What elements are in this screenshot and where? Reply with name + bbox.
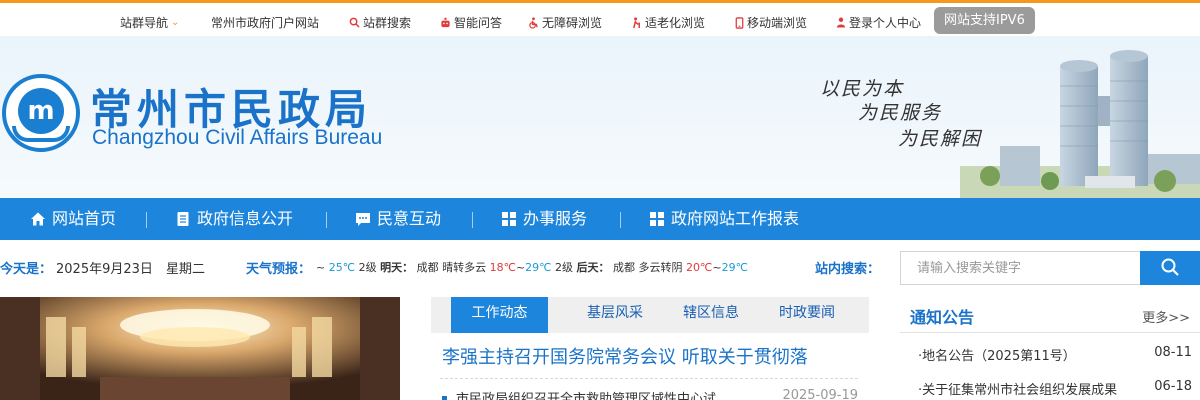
elderly-browse-label: 适老化浏览 — [645, 16, 706, 30]
site-group-search-link[interactable]: 站群搜索 — [349, 14, 411, 31]
robot-icon — [441, 17, 450, 28]
mobile-browse-link[interactable]: 移动端浏览 — [735, 14, 807, 31]
tomorrow-city: 成都 — [416, 261, 439, 274]
weather-separator: ~ — [712, 261, 722, 274]
civil-affairs-logo-icon[interactable]: m — [2, 74, 80, 152]
nav-divider — [620, 212, 621, 228]
weather-label: 天气预报： — [246, 262, 312, 277]
slogan-line-2: 为民服务 — [858, 102, 943, 124]
notice-title: 通知公告 — [910, 308, 975, 327]
nav-gov-info-label: 政府信息公开 — [197, 209, 294, 228]
accessible-browse-link[interactable]: 无障碍浏览 — [528, 14, 602, 31]
nav-home[interactable]: 网站首页 — [30, 198, 116, 240]
weather-separator: ~ — [515, 261, 526, 274]
search-icon — [1161, 258, 1179, 276]
nav-divider — [146, 212, 147, 228]
login-center-label: 登录个人中心 — [849, 16, 922, 30]
nav-gov-info[interactable]: 政府信息公开 — [175, 198, 293, 240]
tomorrow-wind: 2级 — [555, 261, 574, 274]
tomorrow-low-temp: 29℃ — [525, 261, 552, 274]
accessible-browse-label: 无障碍浏览 — [542, 16, 603, 30]
mobile-browse-label: 移动端浏览 — [747, 16, 808, 30]
weather-forecast: ~ 25℃ 2级 明天： 成都 晴转多云 18℃~29℃ 2级 后天： 成都 多… — [316, 259, 748, 275]
site-search-label: 站内搜索： — [815, 262, 881, 277]
site-group-search-label: 站群搜索 — [363, 16, 412, 30]
news-item-date: 2025-09-19 — [782, 388, 858, 400]
tomorrow-high-temp: 18℃ — [489, 261, 516, 274]
after-tomorrow-condition: 多云转阴 — [638, 261, 683, 274]
site-search-input[interactable] — [900, 251, 1141, 285]
after-tomorrow-high-temp: 20℃ — [686, 261, 713, 274]
after-tomorrow-city: 成都 — [613, 261, 636, 274]
nav-work-report[interactable]: 政府网站工作报表 — [649, 198, 799, 240]
ipv6-badge: 网站支持IPV6 — [934, 7, 1035, 34]
top-utility-bar: 站群导航 ⌄ 常州市政府门户网站 站群搜索 智能问答 无障碍浏览 适老化浏览 移… — [0, 0, 1200, 36]
notice-list-item[interactable]: ·关于征集常州市社会组织发展成果 06-18 — [918, 379, 1192, 398]
notice-item-date: 08-11 — [1148, 345, 1192, 360]
notice-item-title: ·地名公告（2025第11号） — [918, 349, 1076, 364]
today-low-temp: 25℃ — [328, 261, 356, 274]
nav-public-interaction[interactable]: 民意互动 — [355, 198, 441, 240]
elderly-icon — [633, 16, 640, 28]
tab-work-updates[interactable]: 工作动态 — [451, 297, 548, 333]
tab-current-affairs[interactable]: 时政要闻 — [767, 297, 847, 333]
gov-portal-label: 常州市政府门户网站 — [211, 16, 320, 30]
mobile-icon — [735, 16, 744, 29]
news-item-title: 市民政局组织召开全市救助管理区域性中心试 — [456, 392, 717, 400]
today-wind: 2级 — [358, 261, 377, 274]
home-icon — [31, 212, 45, 226]
chat-icon — [356, 213, 370, 226]
tab-grassroots[interactable]: 基层风采 — [573, 297, 657, 333]
notice-header: 通知公告 更多>> — [900, 297, 1200, 333]
notice-item-date: 06-18 — [1148, 379, 1192, 394]
today-label: 今天是： — [0, 262, 53, 277]
nav-home-label: 网站首页 — [52, 209, 117, 228]
site-group-nav-label: 站群导航 — [120, 16, 169, 30]
news-list-item[interactable]: 市民政局组织召开全市救助管理区域性中心试 2025-09-19 — [442, 388, 858, 400]
site-search-button[interactable] — [1140, 251, 1200, 285]
document-icon — [177, 212, 189, 226]
grid-icon — [650, 212, 664, 226]
tomorrow-label: 明天： — [380, 261, 414, 274]
tomorrow-condition: 晴转多云 — [442, 261, 487, 274]
gov-portal-link[interactable]: 常州市政府门户网站 — [211, 14, 319, 31]
grid-icon — [502, 212, 516, 226]
login-center-link[interactable]: 登录个人中心 — [836, 14, 921, 31]
chevron-down-icon: ⌄ — [171, 17, 180, 28]
slogan-line-1: 以民为本 — [820, 78, 905, 100]
search-icon — [349, 17, 360, 28]
nav-divider — [326, 212, 327, 228]
tab-district-info[interactable]: 辖区信息 — [671, 297, 751, 333]
divider — [440, 378, 858, 379]
header-banner: m 常州市民政局 Changzhou Civil Affairs Bureau … — [0, 36, 1200, 198]
nav-work-report-label: 政府网站工作报表 — [671, 209, 800, 228]
news-headline[interactable]: 李强主持召开国务院常务会议 听取关于贯彻落 — [442, 343, 808, 369]
user-icon — [836, 17, 846, 28]
smart-qa-label: 智能问答 — [454, 16, 503, 30]
current-weekday: 星期二 — [166, 262, 206, 277]
smart-qa-link[interactable]: 智能问答 — [440, 14, 502, 31]
nav-services-label: 办事服务 — [523, 209, 588, 228]
meeting-room-photo — [0, 297, 400, 400]
elderly-browse-link[interactable]: 适老化浏览 — [631, 14, 705, 31]
bullet-icon — [442, 396, 447, 400]
wheelchair-icon — [529, 16, 538, 29]
news-tabs: 工作动态 基层风采 辖区信息 时政要闻 — [431, 297, 869, 333]
notice-item-title: ·关于征集常州市社会组织发展成果 — [918, 383, 1118, 398]
site-group-nav-link[interactable]: 站群导航 ⌄ — [120, 14, 179, 31]
site-subtitle: Changzhou Civil Affairs Bureau — [92, 126, 383, 149]
featured-news-photo[interactable] — [0, 297, 400, 400]
nav-divider — [472, 212, 473, 228]
nav-public-interaction-label: 民意互动 — [377, 209, 442, 228]
main-nav: 网站首页 政府信息公开 民意互动 办事服务 政府网站工作报表 — [0, 198, 1200, 240]
current-date: 2025年9月23日 — [56, 262, 153, 277]
city-buildings-illustration — [960, 50, 1200, 198]
after-tomorrow-label: 后天： — [576, 261, 610, 274]
notice-more-link[interactable]: 更多>> — [1142, 307, 1190, 326]
weather-separator: ~ — [316, 261, 326, 274]
nav-services[interactable]: 办事服务 — [501, 198, 587, 240]
notice-list-item[interactable]: ·地名公告（2025第11号） 08-11 — [918, 345, 1192, 364]
after-tomorrow-low-temp: 29℃ — [721, 261, 748, 274]
